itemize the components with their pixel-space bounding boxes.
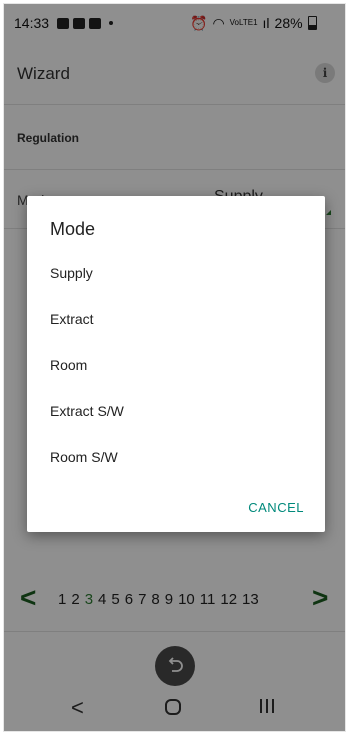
cancel-button[interactable]: CANCEL bbox=[248, 500, 304, 515]
mode-select-dialog: Mode Supply Extract Room Extract S/W Roo… bbox=[27, 196, 325, 532]
option-extract[interactable]: Extract bbox=[50, 311, 300, 327]
dialog-title: Mode bbox=[50, 219, 96, 239]
option-extract-sw[interactable]: Extract S/W bbox=[50, 403, 300, 419]
option-supply[interactable]: Supply bbox=[50, 265, 300, 281]
option-room[interactable]: Room bbox=[50, 357, 300, 373]
screen: 14:33 ⏰ ◠ VoLTE1 ıl 28% Wizard i Regulat… bbox=[3, 3, 346, 732]
option-room-sw[interactable]: Room S/W bbox=[50, 449, 300, 465]
